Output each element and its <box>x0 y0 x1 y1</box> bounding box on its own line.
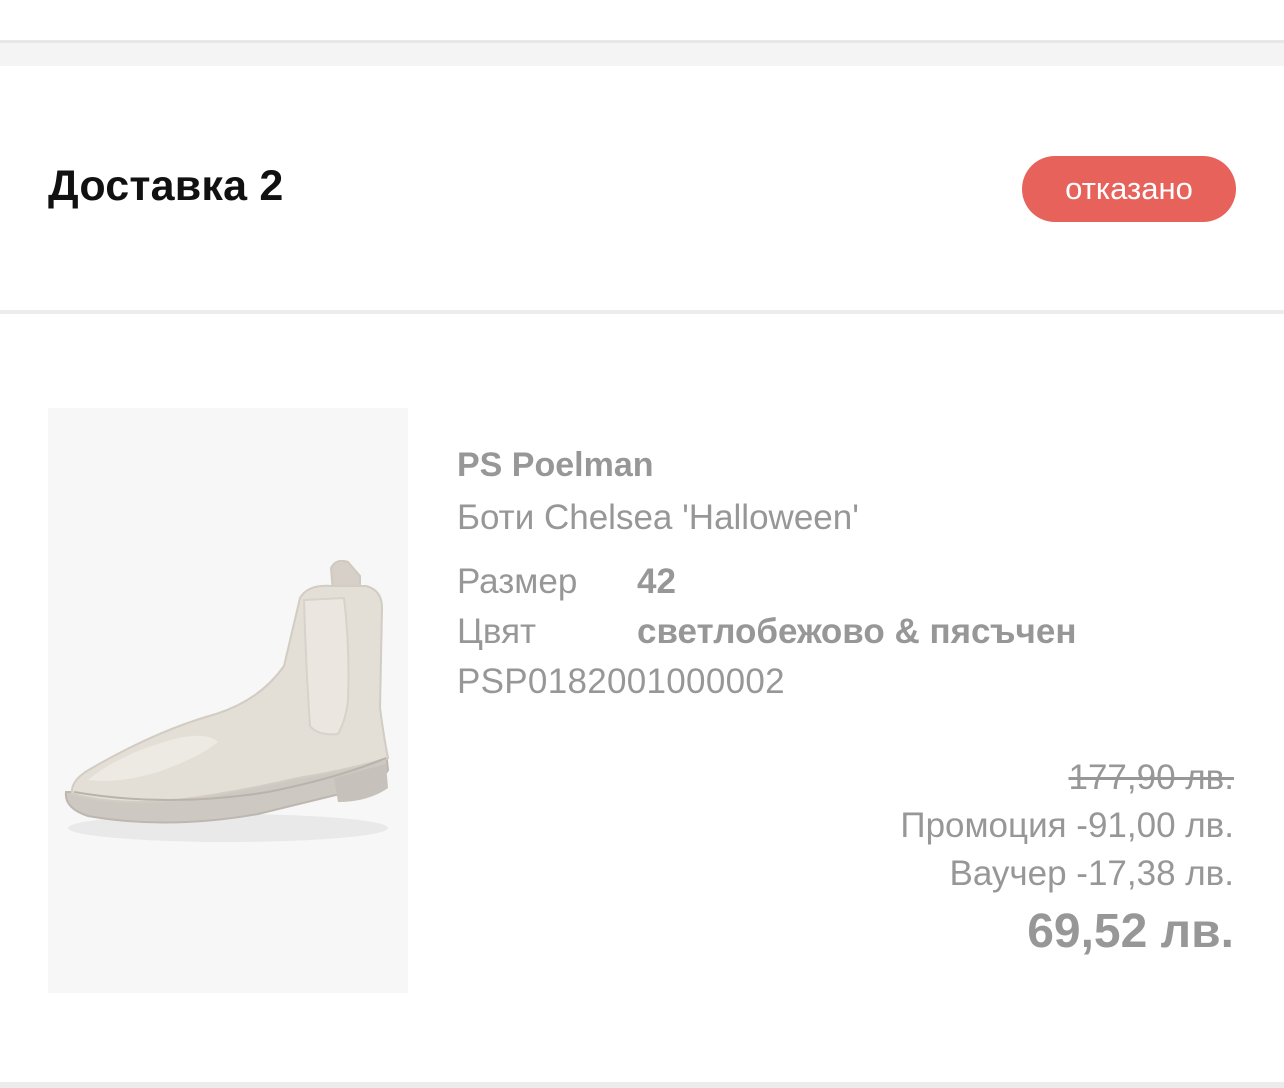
delivery-header: Доставка 2 отказано <box>0 66 1284 314</box>
delivery-title: Доставка 2 <box>48 162 284 210</box>
size-label: Размер <box>457 562 578 601</box>
product-card[interactable]: PS Poelman Боти Chelsea 'Halloween' Разм… <box>0 318 1284 1082</box>
top-spacer <box>0 0 1284 40</box>
color-row: Цвят светлобежово & пясъчен <box>457 612 1076 652</box>
price-summary: 177,90 лв. Промоция -91,00 лв. Ваучер -1… <box>900 754 1234 964</box>
color-value: светлобежово & пясъчен <box>637 612 1077 651</box>
size-value: 42 <box>637 562 676 601</box>
original-price: 177,90 лв. <box>1068 758 1234 797</box>
order-details-page: Доставка 2 отказано PS Poelman Боти Chel… <box>0 0 1284 1088</box>
bottom-divider <box>0 1082 1284 1088</box>
product-image[interactable] <box>48 408 408 993</box>
size-row: Размер 42 <box>457 562 676 602</box>
chelsea-boot-icon <box>64 559 390 842</box>
total-price: 69,52 лв. <box>1027 905 1234 958</box>
product-sku: PSP0182001000002 <box>457 662 785 701</box>
status-badge: отказано <box>1022 156 1236 222</box>
section-divider <box>0 40 1284 66</box>
product-brand[interactable]: PS Poelman <box>457 446 654 485</box>
voucher-discount: Ваучер -17,38 лв. <box>949 854 1234 893</box>
promotion-discount: Промоция -91,00 лв. <box>900 806 1234 845</box>
color-label: Цвят <box>457 612 537 651</box>
product-name[interactable]: Боти Chelsea 'Halloween' <box>457 498 859 538</box>
